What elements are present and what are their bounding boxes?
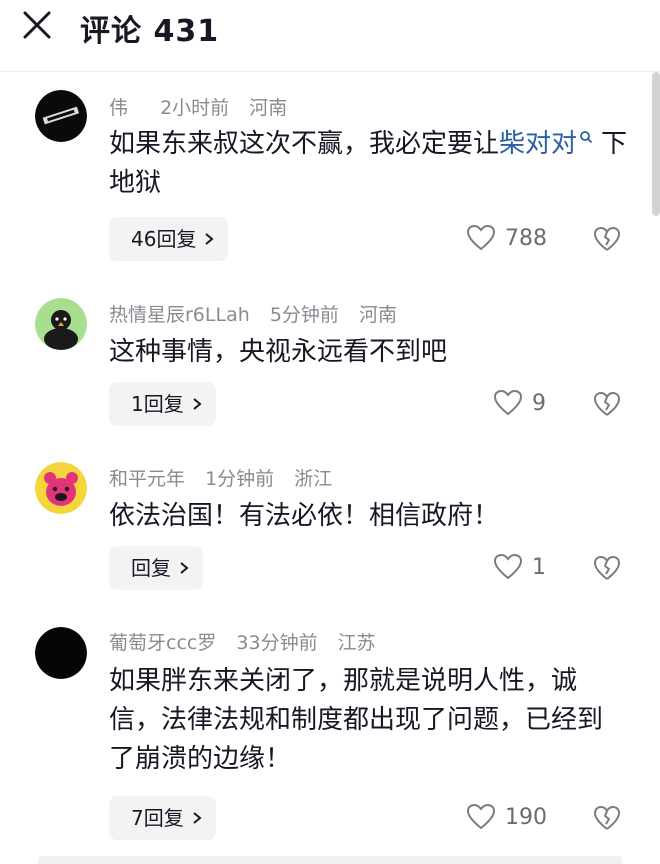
chevron-right-icon bbox=[180, 562, 189, 574]
page-title: 评论 431 bbox=[80, 14, 220, 49]
mention-link[interactable]: 柴对对 bbox=[499, 129, 577, 159]
like-count: 9 bbox=[532, 390, 546, 416]
heart-icon bbox=[467, 804, 495, 830]
chevron-right-icon bbox=[193, 398, 202, 410]
avatar[interactable] bbox=[35, 627, 87, 679]
comment-location: 江苏 bbox=[337, 632, 376, 654]
like-button[interactable]: 1 bbox=[494, 554, 546, 580]
broken-heart-icon[interactable] bbox=[594, 555, 620, 581]
reply-label: 回复 bbox=[131, 556, 171, 580]
avatar[interactable] bbox=[35, 298, 87, 350]
broken-heart-icon[interactable] bbox=[594, 805, 620, 831]
scrollbar[interactable] bbox=[652, 72, 660, 216]
comment-time: 1分钟前 bbox=[205, 468, 275, 490]
reply-label: 7回复 bbox=[131, 806, 184, 830]
comment-input-bar[interactable] bbox=[38, 856, 622, 864]
user-name[interactable]: 热情星辰r6LLah bbox=[109, 304, 250, 326]
like-button[interactable]: 190 bbox=[467, 804, 547, 830]
like-count: 788 bbox=[505, 225, 547, 251]
comment-text: 这种事情，央视永远看不到吧 bbox=[109, 337, 448, 367]
reply-button[interactable]: 7回复 bbox=[109, 796, 216, 840]
avatar[interactable] bbox=[35, 462, 87, 514]
close-icon[interactable] bbox=[20, 8, 54, 42]
comment-text-part: 如果东来叔这次不赢，我必定要让 bbox=[109, 129, 500, 159]
user-name[interactable]: 伟 bbox=[109, 97, 128, 119]
comment-time: 2小时前 bbox=[160, 97, 230, 119]
avatar[interactable] bbox=[35, 90, 87, 142]
comments-header: 评论 431 bbox=[0, 0, 660, 72]
chevron-right-icon bbox=[205, 233, 215, 245]
comment-location: 河南 bbox=[358, 304, 397, 326]
comment-meta: 热情星辰r6LLah 5分钟前 河南 bbox=[109, 300, 411, 327]
comment-meta: 和平元年 1分钟前 浙江 bbox=[109, 464, 346, 491]
heart-icon bbox=[494, 390, 522, 416]
comment-location: 浙江 bbox=[294, 468, 333, 490]
comment-text: 如果东来叔这次不赢，我必定要让柴对对 下地狱 bbox=[109, 125, 629, 203]
comment-text: 如果胖东来关闭了，那就是说明人性，诚信，法律法规和制度都出现了问题，已经到了崩溃… bbox=[109, 666, 604, 774]
reply-label: 46回复 bbox=[131, 227, 197, 251]
heart-icon bbox=[494, 554, 522, 580]
like-button[interactable]: 788 bbox=[467, 225, 547, 251]
reply-button[interactable]: 1回复 bbox=[109, 382, 216, 426]
chevron-right-icon bbox=[193, 812, 202, 824]
comment-meta: 伟 2小时前 河南 bbox=[109, 93, 301, 120]
reply-label: 1回复 bbox=[131, 392, 184, 416]
heart-icon bbox=[467, 225, 495, 251]
comment-text: 依法治国！有法必依！相信政府！ bbox=[109, 501, 500, 531]
broken-heart-icon[interactable] bbox=[594, 391, 620, 417]
like-count: 1 bbox=[532, 554, 546, 580]
like-button[interactable]: 9 bbox=[494, 390, 546, 416]
reply-button[interactable]: 回复 bbox=[109, 546, 203, 590]
reply-button[interactable]: 46回复 bbox=[109, 217, 229, 261]
comment-location: 河南 bbox=[249, 97, 288, 119]
search-icon bbox=[580, 131, 592, 143]
comment-time: 33分钟前 bbox=[236, 632, 318, 654]
like-count: 190 bbox=[505, 804, 547, 830]
user-name[interactable]: 和平元年 bbox=[109, 468, 185, 490]
comment-time: 5分钟前 bbox=[269, 304, 339, 326]
user-name[interactable]: 葡萄牙ccc罗 bbox=[109, 632, 216, 654]
comment-meta: 葡萄牙ccc罗 33分钟前 江苏 bbox=[109, 628, 390, 655]
broken-heart-icon[interactable] bbox=[594, 226, 620, 252]
